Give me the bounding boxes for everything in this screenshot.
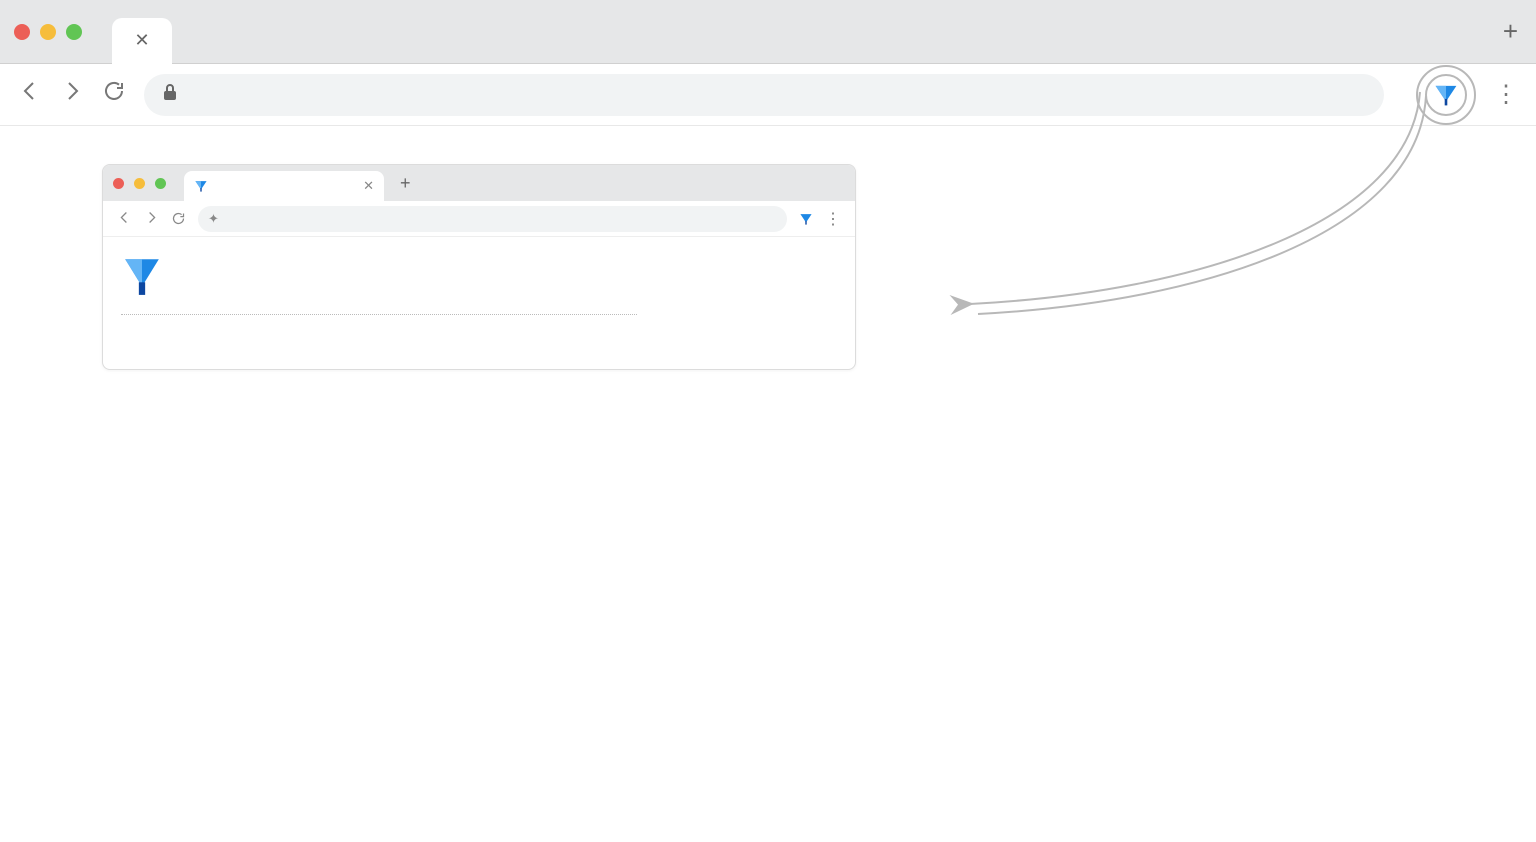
- maximize-window-icon[interactable]: [66, 24, 82, 40]
- inner-active-tab[interactable]: ✕: [184, 171, 384, 201]
- forward-button[interactable]: [60, 79, 84, 110]
- reload-button[interactable]: [171, 205, 186, 233]
- inner-tabstrip: ✕ +: [103, 165, 855, 201]
- outer-browser-chrome: ✕ + ⋮: [0, 0, 1536, 126]
- close-tab-icon[interactable]: ✕: [363, 178, 374, 194]
- close-window-icon[interactable]: [14, 24, 30, 40]
- outer-tabstrip: ✕ +: [0, 0, 1536, 64]
- onetab-extension-button-highlight: [1416, 65, 1476, 125]
- reload-button[interactable]: [102, 79, 126, 110]
- promo-panel: [926, 276, 1476, 316]
- forward-button[interactable]: [144, 210, 159, 228]
- lock-icon: [162, 83, 178, 106]
- inner-address-bar[interactable]: ✦: [198, 206, 787, 232]
- back-button[interactable]: [18, 79, 42, 110]
- minimize-window-icon[interactable]: [134, 178, 145, 189]
- onetab-header: [121, 255, 637, 302]
- close-window-icon[interactable]: [113, 178, 124, 189]
- onetab-icon: [1433, 82, 1459, 108]
- browser-menu-button[interactable]: ⋮: [1494, 80, 1518, 109]
- inner-browser-screenshot: ✕ + ✦ ⋮: [102, 164, 856, 370]
- onetab-extension-button[interactable]: [799, 212, 813, 226]
- onetab-side-menu: [637, 255, 837, 347]
- inner-window-controls: [113, 178, 166, 189]
- minimize-window-icon[interactable]: [40, 24, 56, 40]
- outer-toolbar: ⋮: [0, 64, 1536, 126]
- onetab-logo-icon: [121, 255, 163, 302]
- browser-menu-button[interactable]: ⋮: [825, 209, 841, 229]
- onetab-extension-button[interactable]: [1425, 74, 1467, 116]
- inner-toolbar: ✦ ⋮: [103, 201, 855, 237]
- divider: [121, 314, 637, 315]
- close-tab-icon[interactable]: ✕: [134, 30, 149, 51]
- maximize-window-icon[interactable]: [155, 178, 166, 189]
- onetab-icon: [194, 179, 208, 193]
- active-tab[interactable]: ✕: [112, 18, 172, 64]
- address-bar[interactable]: [144, 74, 1384, 116]
- new-tab-button[interactable]: +: [1503, 16, 1518, 47]
- page-content: ✕ + ✦ ⋮: [0, 126, 1536, 370]
- new-tab-button[interactable]: +: [400, 173, 411, 194]
- back-button[interactable]: [117, 210, 132, 228]
- extension-icon: ✦: [208, 211, 219, 227]
- onetab-app-body: [103, 237, 855, 369]
- window-controls: [14, 24, 82, 40]
